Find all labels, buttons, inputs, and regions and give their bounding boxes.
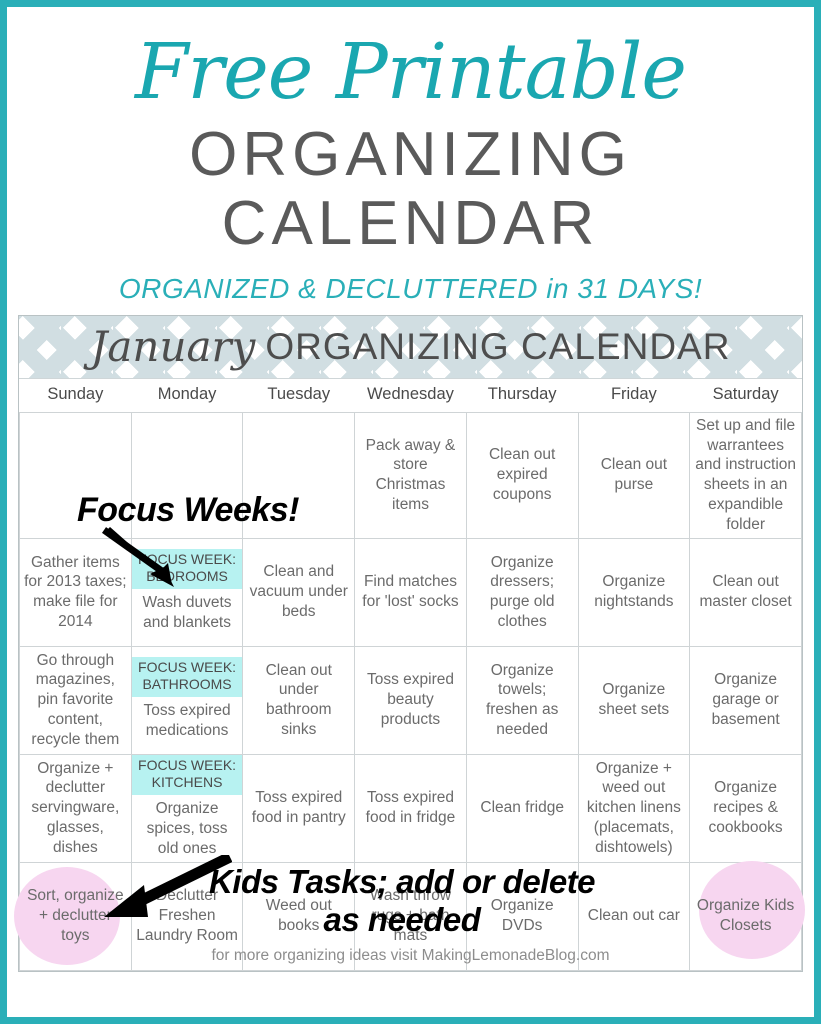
calendar-cell-text: Organize spices, toss old ones	[146, 799, 228, 857]
calendar-cell-saturday-week2[interactable]: Clean out master closet	[689, 537, 802, 647]
calendar-cell-text: Wash duvets and blankets	[142, 593, 232, 631]
calendar-cell-text: Clean fridge	[480, 799, 564, 817]
calendar-banner: January ORGANIZING CALENDAR	[19, 315, 802, 379]
page-inner: Free Printable ORGANIZING CALENDAR ORGAN…	[7, 7, 814, 1017]
calendar-cell-text: Organize + declutter servingware, glasse…	[31, 759, 120, 856]
calendar-cell-thursday-week3[interactable]: Organize towels; freshen as needed	[465, 645, 579, 755]
page-title: ORGANIZING CALENDAR	[7, 120, 814, 259]
page-subtitle: ORGANIZED & DECLUTTERED in 31 DAYS!	[118, 272, 703, 304]
weekday-header-thursday: Thursday	[466, 378, 579, 413]
calendar-cell-text: Organize sheet sets	[598, 681, 670, 719]
calendar-cell-text: Set up and file warrantees and instructi…	[695, 416, 797, 533]
calendar-cell-wednesday-week3[interactable]: Toss expired beauty products	[354, 645, 467, 755]
calendar-cell-wednesday-week2[interactable]: Find matches for 'lost' socks	[354, 537, 467, 647]
calendar-cell-text: Pack away & store Christmas items	[365, 436, 456, 514]
calendar-week-row: Go through magazines, pin favorite conte…	[19, 645, 802, 755]
calendar-cell-saturday-week1[interactable]: Set up and file warrantees and instructi…	[689, 411, 802, 539]
calendar-cell-wednesday-week1[interactable]: Pack away & store Christmas items	[354, 411, 467, 539]
calendar-cell-tuesday-week2[interactable]: Clean and vacuum under beds	[242, 537, 356, 647]
calendar-cell-wednesday-week4[interactable]: Toss expired food in fridge	[354, 753, 467, 863]
weekday-header-row: Sunday Monday Tuesday Wednesday Thursday…	[19, 378, 802, 413]
calendar-cell-text: Organize garage or basement	[711, 671, 780, 729]
weekday-header-saturday: Saturday	[689, 378, 802, 413]
calendar-cell-saturday-week5[interactable]: Organize Kids Closets	[689, 860, 805, 971]
calendar-cell-monday-week4[interactable]: FOCUS WEEK: KITCHENS Organize spices, tos…	[130, 753, 244, 863]
calendar-cell-friday-week4[interactable]: Organize + weed out kitchen linens (plac…	[577, 753, 691, 863]
focus-week-badge: FOCUS WEEK: BATHROOMS	[131, 656, 243, 697]
calendar-cell-text: Toss expired food in fridge	[365, 789, 456, 827]
annotation-kids-tasks: Kids Tasks; add or delete as needed	[208, 863, 596, 938]
calendar-cell-text: Clean out expired coupons	[488, 446, 556, 504]
calendar-cell-text: Organize towels; freshen as needed	[485, 661, 559, 739]
printable-page: Free Printable ORGANIZING CALENDAR ORGAN…	[0, 0, 821, 1024]
page-title-script: Free Printable	[134, 28, 687, 117]
calendar-cell-saturday-week4[interactable]: Organize recipes & cookbooks	[689, 753, 802, 863]
calendar-cell-text: Toss expired food in pantry	[251, 789, 346, 827]
calendar-cell-text: Organize Kids Closets	[696, 897, 795, 935]
calendar-cell-text: Organize recipes & cookbooks	[708, 779, 783, 837]
calendar-cell-text: Clean and vacuum under beds	[249, 563, 348, 621]
calendar-cell-text: Clean out master closet	[699, 573, 792, 611]
weekday-header-tuesday: Tuesday	[242, 378, 355, 413]
calendar-cell-text: Toss expired beauty products	[366, 671, 454, 729]
calendar-banner-text: January ORGANIZING CALENDAR	[19, 316, 802, 378]
calendar-cell-sunday-week3[interactable]: Go through magazines, pin favorite conte…	[19, 645, 132, 755]
calendar-cell-text: Organize dressers; purge old clothes	[489, 553, 555, 631]
calendar-banner-title: ORGANIZING CALENDAR	[265, 325, 731, 367]
annotation-focus-weeks: Focus Weeks!	[77, 491, 300, 529]
calendar-cell-tuesday-week4[interactable]: Toss expired food in pantry	[242, 753, 356, 863]
calendar-cell-text: Find matches for 'lost' socks	[362, 573, 459, 611]
calendar-week-row: Organize + declutter servingware, glasse…	[19, 753, 802, 863]
kids-tasks-arrow-icon	[104, 855, 232, 917]
weekday-header-friday: Friday	[578, 378, 690, 413]
calendar-cell-text: Clean out under bathroom sinks	[265, 661, 332, 739]
calendar-cell-thursday-week4[interactable]: Clean fridge	[465, 753, 579, 863]
focus-week-badge: FOCUS WEEK: KITCHENS	[131, 754, 243, 795]
focus-weeks-arrow-icon	[102, 527, 174, 587]
weekday-header-sunday: Sunday	[19, 378, 132, 413]
calendar-cell-text: Toss expired medications	[143, 701, 231, 739]
calendar-cell-tuesday-week3[interactable]: Clean out under bathroom sinks	[242, 645, 356, 755]
calendar-month: January	[90, 321, 256, 371]
calendar-cell-monday-week3[interactable]: FOCUS WEEK: BATHROOMS Toss expired medica…	[130, 645, 244, 755]
page-title-line2: CALENDAR	[221, 189, 600, 259]
calendar-cell-text: Clean out purse	[600, 456, 668, 494]
page-title-line1: ORGANIZING	[189, 119, 632, 189]
weekday-header-monday: Monday	[131, 378, 243, 413]
calendar-cell-friday-week2[interactable]: Organize nightstands	[577, 537, 691, 647]
weekday-header-wednesday: Wednesday	[354, 378, 467, 413]
calendar-cell-thursday-week2[interactable]: Organize dressers; purge old clothes	[465, 537, 579, 647]
calendar-cell-text: Go through magazines, pin favorite conte…	[31, 651, 120, 748]
calendar-cell-thursday-week1[interactable]: Clean out expired coupons	[465, 411, 579, 539]
calendar-cell-saturday-week3[interactable]: Organize garage or basement	[689, 645, 802, 755]
calendar-cell-friday-week3[interactable]: Organize sheet sets	[577, 645, 691, 755]
calendar-cell-friday-week1[interactable]: Clean out purse	[577, 411, 691, 539]
calendar-cell-text: Organize + weed out kitchen linens (plac…	[586, 759, 681, 856]
calendar-cell-text: Organize nightstands	[594, 573, 674, 611]
calendar-cell-sunday-week4[interactable]: Organize + declutter servingware, glasse…	[19, 753, 132, 863]
